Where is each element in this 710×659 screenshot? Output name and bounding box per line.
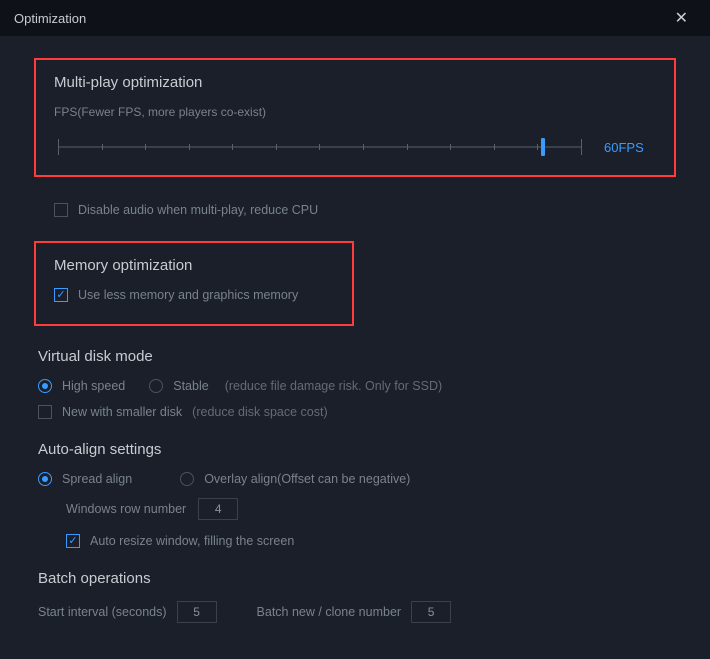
auto-resize-checkbox[interactable]	[66, 534, 80, 548]
close-icon[interactable]: ✕	[667, 4, 696, 32]
fps-slider-row: 60FPS	[54, 137, 656, 157]
align-title: Auto-align settings	[38, 441, 676, 458]
clone-number-input[interactable]	[411, 601, 451, 623]
content-area: Multi-play optimization FPS(Fewer FPS, m…	[0, 36, 710, 623]
multiplay-title: Multi-play optimization	[54, 74, 656, 91]
multiplay-section: Multi-play optimization FPS(Fewer FPS, m…	[34, 58, 676, 177]
disable-audio-row: Disable audio when multi-play, reduce CP…	[34, 189, 676, 231]
slider-thumb[interactable]	[541, 138, 545, 156]
radio-spread-label: Spread align	[62, 472, 132, 486]
smaller-disk-hint: (reduce disk space cost)	[192, 405, 327, 419]
smaller-disk-checkbox[interactable]	[38, 405, 52, 419]
radio-high-speed[interactable]	[38, 379, 52, 393]
virtual-disk-section: Virtual disk mode High speed Stable (red…	[34, 348, 676, 419]
start-interval-input[interactable]	[177, 601, 217, 623]
fps-slider[interactable]	[54, 137, 586, 157]
smaller-disk-label: New with smaller disk	[62, 405, 182, 419]
window-title: Optimization	[14, 11, 86, 26]
clone-number-label: Batch new / clone number	[257, 605, 402, 619]
row-number-input[interactable]	[198, 498, 238, 520]
row-number-label: Windows row number	[66, 502, 186, 516]
disable-audio-checkbox[interactable]	[54, 203, 68, 217]
titlebar: Optimization ✕	[0, 0, 710, 36]
radio-stable-label: Stable	[173, 379, 208, 393]
radio-overlay-label: Overlay align(Offset can be negative)	[204, 472, 410, 486]
fps-value-label: 60FPS	[604, 140, 656, 155]
stable-hint: (reduce file damage risk. Only for SSD)	[225, 379, 442, 393]
auto-align-section: Auto-align settings Spread align Overlay…	[34, 441, 676, 548]
use-less-memory-label: Use less memory and graphics memory	[78, 288, 298, 302]
batch-section: Batch operations Start interval (seconds…	[34, 570, 676, 623]
radio-overlay-align[interactable]	[180, 472, 194, 486]
memory-title: Memory optimization	[54, 257, 334, 274]
auto-resize-label: Auto resize window, filling the screen	[90, 534, 294, 548]
use-less-memory-checkbox[interactable]	[54, 288, 68, 302]
radio-spread-align[interactable]	[38, 472, 52, 486]
radio-high-speed-label: High speed	[62, 379, 125, 393]
memory-section: Memory optimization Use less memory and …	[34, 241, 354, 326]
multiplay-subtitle: FPS(Fewer FPS, more players co-exist)	[54, 105, 656, 119]
radio-stable[interactable]	[149, 379, 163, 393]
disable-audio-label: Disable audio when multi-play, reduce CP…	[78, 203, 318, 217]
batch-title: Batch operations	[38, 570, 676, 587]
start-interval-label: Start interval (seconds)	[38, 605, 167, 619]
vdisk-title: Virtual disk mode	[38, 348, 676, 365]
slider-ticks	[58, 139, 582, 155]
